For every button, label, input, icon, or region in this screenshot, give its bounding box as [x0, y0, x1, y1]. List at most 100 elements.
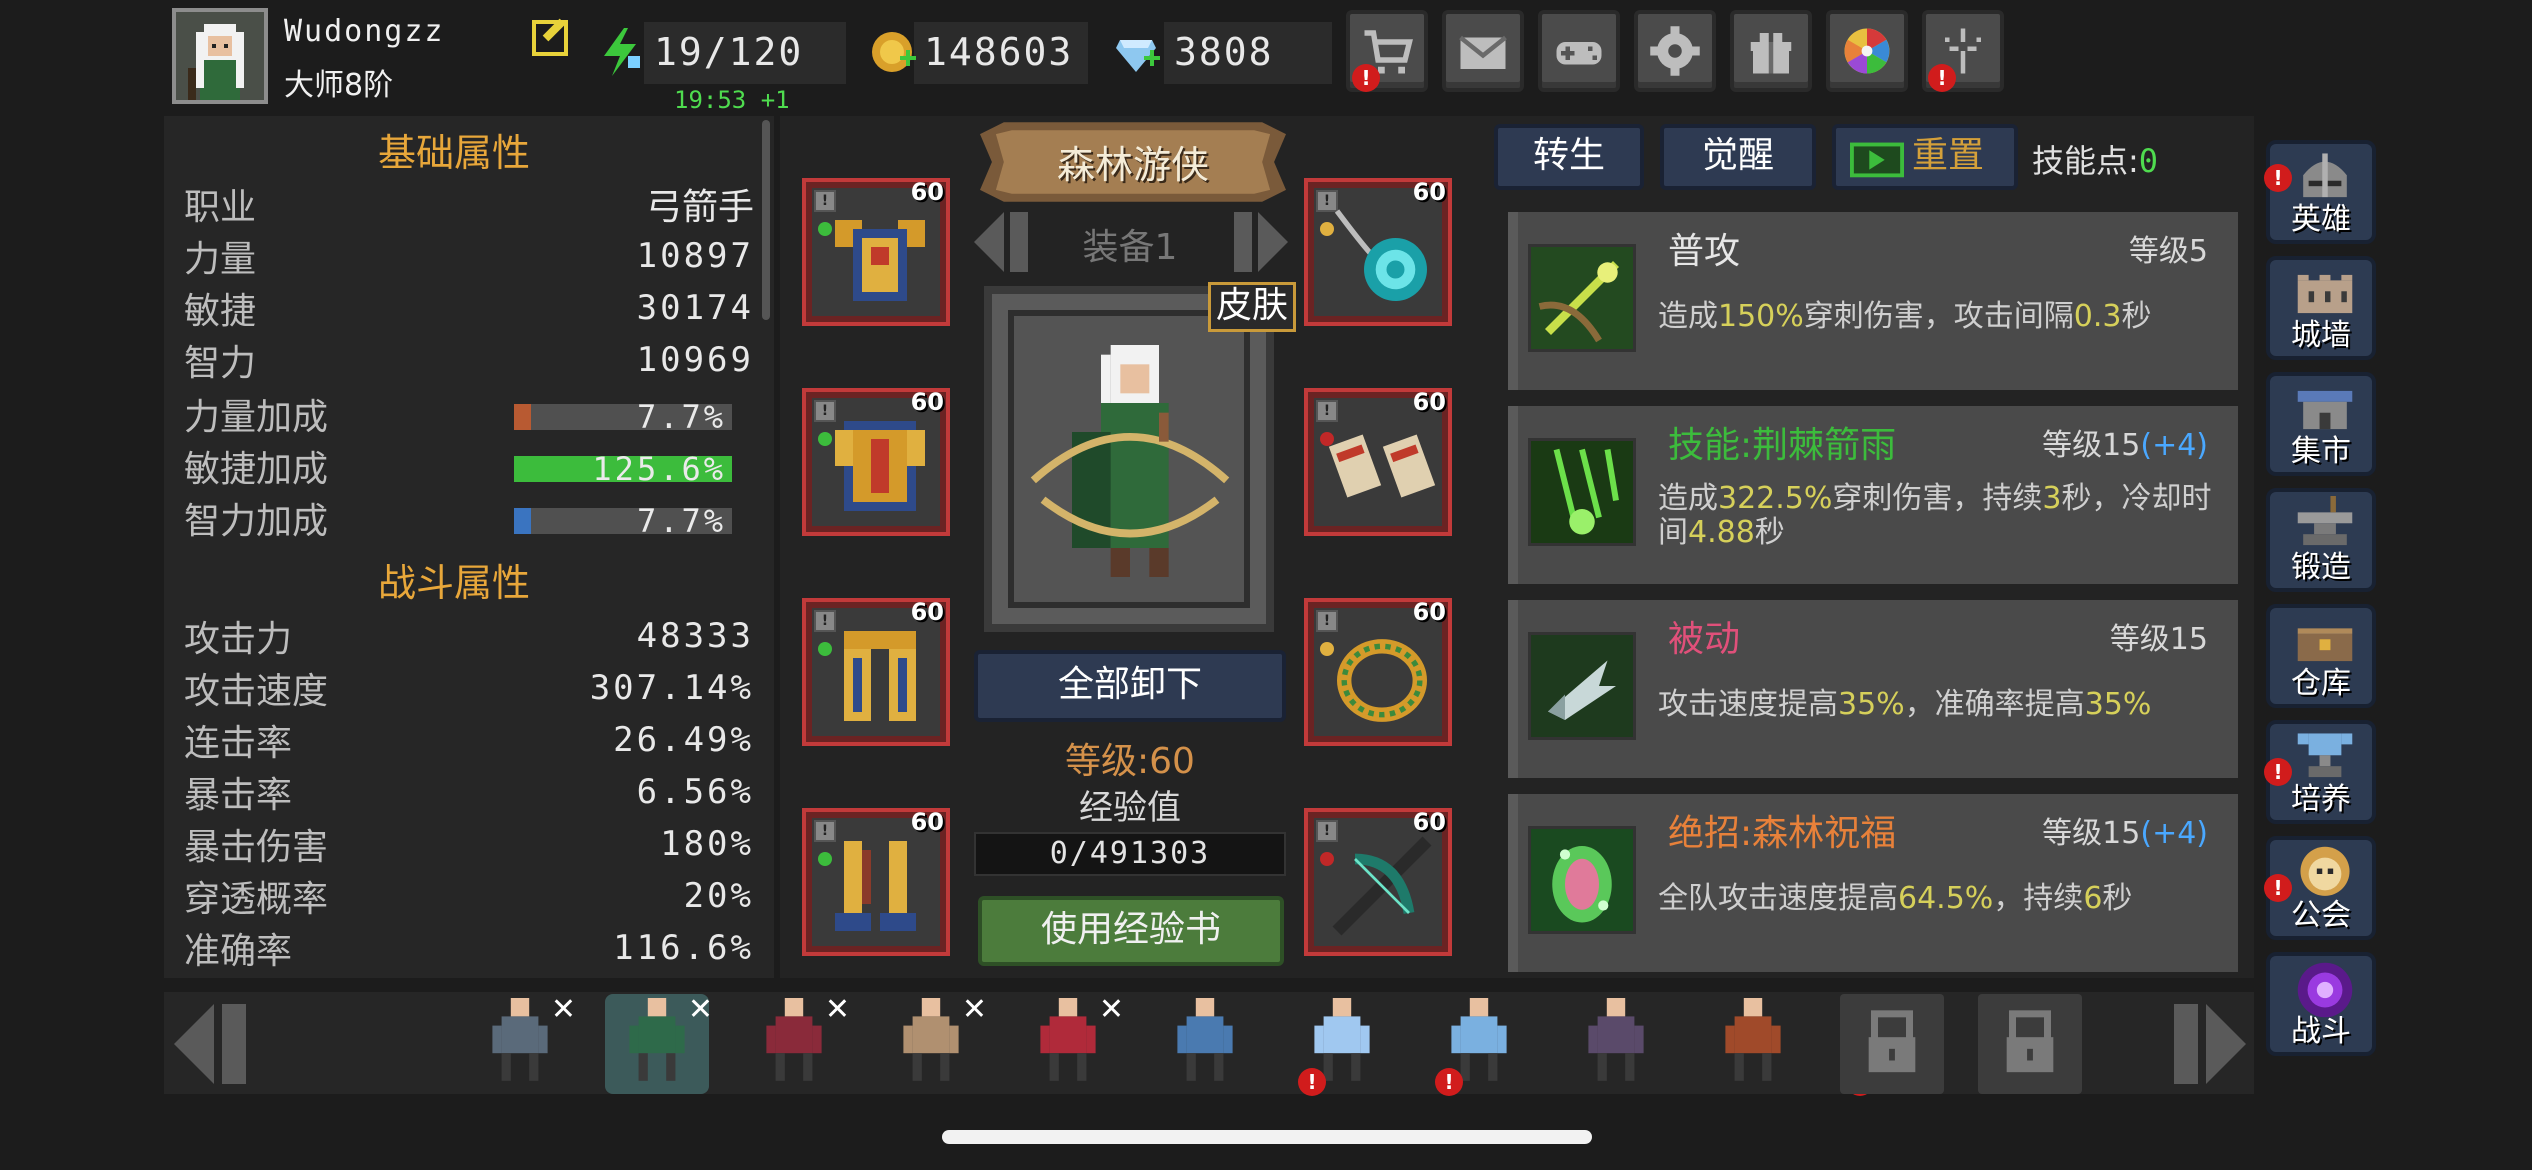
- roster-hero-demon-hunter[interactable]: [1701, 994, 1805, 1094]
- attr-value: 26.49%: [613, 720, 754, 760]
- attr-label: 智力: [184, 343, 257, 384]
- roster-hero-ranger[interactable]: ✕: [605, 992, 713, 1094]
- skill-description: 造成322.5%穿刺伤害，持续3秒，冷却时间4.88秒: [1658, 482, 2218, 550]
- side-menu-battle[interactable]: 战斗: [2266, 952, 2376, 1056]
- gift-button[interactable]: [1730, 10, 1812, 92]
- diamond-value: 3808: [1174, 30, 1274, 74]
- amulet-slot[interactable]: ! 60: [1304, 178, 1452, 326]
- hero-alert-badge: !: [2264, 164, 2292, 192]
- skill-desc-highlight: 35%: [2084, 687, 2152, 722]
- remove-hero-icon[interactable]: ✕: [688, 992, 713, 1027]
- unequip-all-button[interactable]: 全部卸下: [974, 650, 1286, 722]
- locked-hero-slot[interactable]: [1978, 994, 2082, 1094]
- awaken-button[interactable]: 觉醒: [1660, 124, 1816, 190]
- reset-skills-button[interactable]: 重置: [1832, 124, 2018, 190]
- side-menu-label: 战斗: [2291, 1014, 2351, 1049]
- roster-hero-assassin[interactable]: ✕: [1016, 992, 1124, 1094]
- hero-class-name: 森林游侠: [1056, 143, 1209, 187]
- next-set-arrow-icon[interactable]: [1222, 206, 1294, 278]
- skill-level-bonus: (+4): [2140, 816, 2208, 851]
- roster-hero-gunner[interactable]: [1153, 994, 1257, 1094]
- roster-hero-amazon[interactable]: ✕: [879, 992, 987, 1094]
- video-ad-icon: [1850, 142, 1904, 178]
- skill-desc-highlight: 0.3: [2073, 299, 2122, 334]
- lucky-wheel-button[interactable]: [1826, 10, 1908, 92]
- skill-level: 等级15: [2110, 614, 2208, 658]
- exp-label: 经验值: [1079, 788, 1181, 828]
- attr-row-agility: 敏捷 30174: [184, 282, 754, 334]
- combat-attributes-title: 战斗属性: [377, 561, 530, 605]
- thorn-arrow-rain-skill-icon: [1528, 438, 1636, 546]
- skill-card-forest-blessing[interactable]: 绝招:森林祝福 等级15(+4) 全队攻击速度提高64.5%，持续6秒: [1508, 794, 2238, 972]
- roster-hero-mage-red[interactable]: ✕: [742, 992, 850, 1094]
- remove-hero-icon[interactable]: ✕: [825, 992, 850, 1027]
- reset-label: 重置: [1912, 135, 1985, 176]
- prev-set-arrow-icon[interactable]: [968, 206, 1040, 278]
- gamepad-button[interactable]: [1538, 10, 1620, 92]
- crossbow-slot[interactable]: ! 60: [1304, 808, 1452, 956]
- side-menu-guild[interactable]: ! 公会: [2264, 836, 2376, 940]
- skin-button[interactable]: 皮肤: [1208, 282, 1296, 332]
- skill-desc-text: 造成: [1658, 299, 1718, 334]
- side-menu-wall[interactable]: 城墙: [2266, 256, 2376, 360]
- hero-portrait-frame: [984, 286, 1274, 632]
- skill-card-thorn-arrow-rain[interactable]: 技能:荆棘箭雨 等级15(+4) 造成322.5%穿刺伤害，持续3秒，冷却时间4…: [1508, 406, 2238, 584]
- skill-desc-text: 穿刺伤害，攻击间隔: [1803, 299, 2074, 334]
- roster-hero-frost-spirit[interactable]: !: [1427, 994, 1531, 1096]
- boots-slot[interactable]: ! 60: [802, 808, 950, 956]
- roster-hero-ice-mage[interactable]: !: [1290, 994, 1394, 1096]
- side-menu-hero[interactable]: ! 英雄: [2264, 140, 2376, 244]
- attr-row-crit-damage: 暴击伤害 180%: [184, 818, 754, 870]
- roster-prev-arrow-icon[interactable]: [166, 996, 262, 1092]
- remove-hero-icon[interactable]: ✕: [962, 992, 987, 1027]
- side-menu-label: 英雄: [2291, 202, 2351, 237]
- roster-hero-warlock[interactable]: [1564, 994, 1668, 1094]
- skill-card-basic-attack[interactable]: 普攻 等级5 造成150%穿刺伤害，攻击间隔0.3秒: [1508, 212, 2238, 390]
- armor-slot[interactable]: ! 60: [802, 178, 950, 326]
- skill-description: 全队攻击速度提高64.5%，持续6秒: [1658, 882, 2218, 916]
- attr-label: 攻击速度: [184, 671, 329, 712]
- side-menu-cultivate[interactable]: ! 培养: [2264, 720, 2376, 824]
- shop-button[interactable]: !: [1346, 10, 1428, 92]
- attribute-scrollbar[interactable]: [762, 120, 770, 320]
- gold-value: 148603: [924, 30, 1074, 74]
- skill-desc-highlight: 150%: [1718, 299, 1804, 334]
- crossbow-icon: [1332, 836, 1432, 936]
- gamepad-icon: [1556, 42, 1602, 65]
- legs-slot[interactable]: ! 60: [802, 598, 950, 746]
- remove-hero-icon[interactable]: ✕: [551, 992, 576, 1027]
- fireworks-button[interactable]: !: [1922, 10, 2004, 92]
- padlock-icon: [2006, 1010, 2054, 1073]
- hero-alert-badge: !: [1435, 1068, 1463, 1096]
- attr-row-agility-bonus: 敏捷加成 125.6%: [184, 440, 754, 492]
- locked-hero-slot[interactable]: [1840, 994, 1944, 1094]
- home-indicator[interactable]: [942, 1130, 1592, 1144]
- roster-next-arrow-icon[interactable]: [2158, 996, 2254, 1092]
- chest-slot[interactable]: ! 60: [802, 388, 950, 536]
- attr-label: 暴击伤害: [184, 827, 329, 868]
- edit-name-button[interactable]: [530, 14, 574, 58]
- attribute-panel[interactable]: 基础属性 职业 弓箭手 力量 10897 敏捷 30174 智力 10969 力…: [164, 116, 774, 978]
- side-menu-warehouse[interactable]: 仓库: [2266, 604, 2376, 708]
- hero-sprite-icon: [1725, 998, 1781, 1081]
- skill-card-passive[interactable]: 被动 等级15 攻击速度提高35%，准确率提高35%: [1508, 600, 2238, 778]
- ring-slot[interactable]: ! 60: [1304, 598, 1452, 746]
- mail-icon: [1459, 35, 1507, 69]
- attr-label: 穿透概率: [184, 879, 329, 920]
- side-menu-label: 锻造: [2291, 550, 2351, 585]
- roster-hero-swordsman[interactable]: ✕: [468, 992, 576, 1094]
- settings-button[interactable]: [1634, 10, 1716, 92]
- side-menu-forge[interactable]: 锻造: [2266, 488, 2376, 592]
- skill-level: 等级15(+4): [2042, 420, 2208, 464]
- remove-hero-icon[interactable]: ✕: [1099, 992, 1124, 1027]
- rebirth-button[interactable]: 转生: [1494, 124, 1644, 190]
- bracers-slot[interactable]: ! 60: [1304, 388, 1452, 536]
- attr-label: 力量加成: [184, 397, 329, 438]
- attr-row-intellect: 智力 10969: [184, 334, 754, 386]
- player-avatar[interactable]: [172, 8, 268, 104]
- side-menu-market[interactable]: 集市: [2266, 372, 2376, 476]
- use-exp-book-button[interactable]: 使用经验书: [978, 896, 1284, 966]
- exp-progress-bar: 0/491303: [974, 832, 1286, 876]
- mail-button[interactable]: [1442, 10, 1524, 92]
- attr-row-crit-rate: 暴击率 6.56%: [184, 766, 754, 818]
